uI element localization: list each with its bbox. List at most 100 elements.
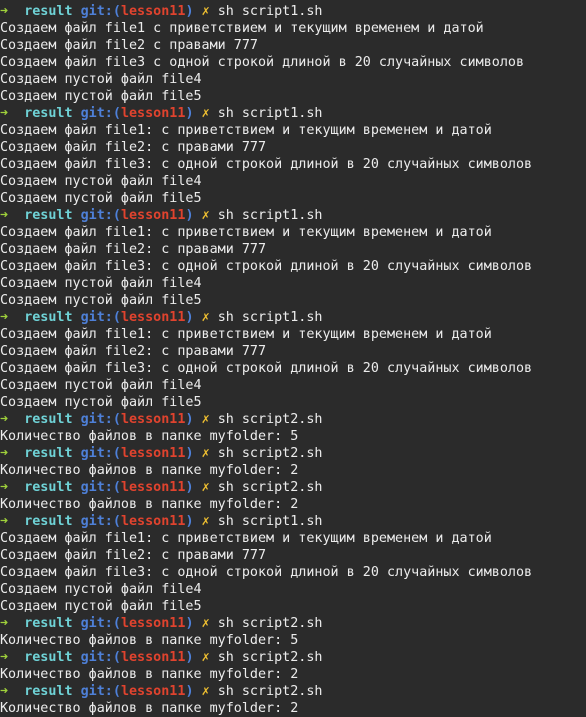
prompt-git-label: git:( (80, 684, 121, 699)
output-line: Создаем пустой файл file4 (0, 581, 586, 598)
prompt-git-label: git:( (80, 514, 121, 529)
output-text: Количество файлов в папке myfolder: 2 (0, 497, 299, 512)
prompt-line: ➜ result git:(lesson11) ✗ sh script2.sh (0, 649, 586, 666)
output-text: Создаем пустой файл file4 (0, 276, 202, 291)
prompt-arrow-icon: ➜ (0, 650, 9, 665)
prompt-line: ➜ result git:(lesson11) ✗ sh script1.sh (0, 207, 586, 224)
output-text: Создаем файл file2: с правами 777 (0, 140, 267, 155)
prompt-directory: result (24, 310, 73, 325)
prompt-directory: result (24, 480, 73, 495)
output-text: Создаем пустой файл file4 (0, 582, 202, 597)
command-text: sh script2.sh (217, 616, 323, 631)
output-text: Создаем пустой файл file5 (0, 89, 202, 104)
output-text: Создаем файл file3: с одной строкой длин… (0, 361, 533, 376)
prompt-arrow-icon: ➜ (0, 310, 9, 325)
prompt-directory: result (24, 412, 73, 427)
prompt-arrow-icon: ➜ (0, 4, 9, 19)
output-line: Создаем файл file2: с правами 777 (0, 547, 586, 564)
output-text: Создаем файл file1: с приветствием и тек… (0, 327, 492, 342)
output-line: Создаем файл file3: с одной строкой длин… (0, 258, 586, 275)
prompt-git-label: git:( (80, 616, 121, 631)
prompt-directory: result (24, 650, 73, 665)
output-line: Создаем файл file1: с приветствием и тек… (0, 326, 586, 343)
output-text: Создаем файл file2 с правами 777 (0, 38, 258, 53)
output-text: Количество файлов в папке myfolder: 2 (0, 667, 299, 682)
prompt-arrow-icon: ➜ (0, 208, 9, 223)
output-text: Создаем пустой файл file5 (0, 191, 202, 206)
output-line: Создаем файл file1 с приветствием и теку… (0, 20, 586, 37)
prompt-git-label: git:( (80, 310, 121, 325)
prompt-git-label: git:( (80, 480, 121, 495)
prompt-line: ➜ result git:(lesson11) ✗ sh script1.sh (0, 309, 586, 326)
prompt-git-close: ) (185, 412, 194, 427)
output-line: Создаем файл file2: с правами 777 (0, 343, 586, 360)
command-text: sh script2.sh (217, 684, 323, 699)
prompt-line: ➜ result git:(lesson11) ✗ sh script1.sh (0, 105, 586, 122)
prompt-git-branch: lesson11 (120, 106, 186, 121)
command-text: sh script2.sh (217, 480, 323, 495)
command-text: sh script1.sh (217, 310, 323, 325)
prompt-git-branch: lesson11 (120, 446, 186, 461)
output-text: Количество файлов в папке myfolder: 5 (0, 429, 299, 444)
prompt-line: ➜ result git:(lesson11) ✗ sh script2.sh (0, 683, 586, 700)
output-text: Создаем файл file1: с приветствием и тек… (0, 225, 492, 240)
prompt-directory: result (24, 208, 73, 223)
prompt-git-label: git:( (80, 208, 121, 223)
output-line: Создаем пустой файл file5 (0, 292, 586, 309)
output-line: Создаем пустой файл file4 (0, 275, 586, 292)
terminal-window[interactable]: ➜ result git:(lesson11) ✗ sh script1.sh С… (0, 0, 586, 717)
output-line: Создаем пустой файл file5 (0, 190, 586, 207)
prompt-git-close: ) (185, 480, 194, 495)
git-dirty-icon: ✗ (201, 106, 210, 121)
prompt-git-label: git:( (80, 446, 121, 461)
prompt-arrow-icon: ➜ (0, 480, 9, 495)
command-text: sh script1.sh (217, 514, 323, 529)
output-line: Количество файлов в папке myfolder: 5 (0, 632, 586, 649)
git-dirty-icon: ✗ (201, 412, 210, 427)
prompt-git-close: ) (185, 4, 194, 19)
output-text: Создаем пустой файл file5 (0, 293, 202, 308)
output-line: Количество файлов в папке myfolder: 5 (0, 428, 586, 445)
output-text: Создаем файл file3: с одной строкой длин… (0, 157, 533, 172)
prompt-git-branch: lesson11 (120, 412, 186, 427)
prompt-git-label: git:( (80, 106, 121, 121)
prompt-git-label: git:( (80, 4, 121, 19)
output-text: Создаем пустой файл file5 (0, 395, 202, 410)
git-dirty-icon: ✗ (201, 310, 210, 325)
prompt-line: ➜ result git:(lesson11) ✗ sh script2.sh (0, 479, 586, 496)
prompt-arrow-icon: ➜ (0, 446, 9, 461)
output-text: Количество файлов в папке myfolder: 5 (0, 633, 299, 648)
output-line: Создаем файл file3: с одной строкой длин… (0, 360, 586, 377)
output-line: Создаем файл file3: с одной строкой длин… (0, 156, 586, 173)
command-text: sh script2.sh (217, 650, 323, 665)
command-text: sh script1.sh (217, 4, 323, 19)
prompt-git-branch: lesson11 (120, 616, 186, 631)
output-line: Создаем файл file1: с приветствием и тек… (0, 224, 586, 241)
prompt-directory: result (24, 616, 73, 631)
output-line: Количество файлов в папке myfolder: 2 (0, 700, 586, 717)
prompt-directory: result (24, 4, 73, 19)
output-line: Создаем пустой файл file4 (0, 377, 586, 394)
prompt-git-close: ) (185, 446, 194, 461)
prompt-git-close: ) (185, 616, 194, 631)
output-line: Количество файлов в папке myfolder: 2 (0, 496, 586, 513)
command-text: sh script1.sh (217, 106, 323, 121)
output-line: Создаем файл file2: с правами 777 (0, 139, 586, 156)
prompt-directory: result (24, 684, 73, 699)
prompt-git-label: git:( (80, 650, 121, 665)
output-line: Создаем пустой файл file5 (0, 394, 586, 411)
git-dirty-icon: ✗ (201, 446, 210, 461)
output-text: Создаем файл file3 с одной строкой длино… (0, 55, 525, 70)
git-dirty-icon: ✗ (201, 650, 210, 665)
prompt-directory: result (24, 514, 73, 529)
output-line: Создаем пустой файл file4 (0, 71, 586, 88)
prompt-arrow-icon: ➜ (0, 616, 9, 631)
git-dirty-icon: ✗ (201, 208, 210, 223)
command-text: sh script2.sh (217, 412, 323, 427)
output-text: Создаем пустой файл file4 (0, 378, 202, 393)
output-line: Создаем файл file1: с приветствием и тек… (0, 530, 586, 547)
prompt-git-branch: lesson11 (120, 208, 186, 223)
output-text: Количество файлов в папке myfolder: 2 (0, 463, 299, 478)
prompt-git-close: ) (185, 514, 194, 529)
output-text: Создаем файл file3: с одной строкой длин… (0, 565, 533, 580)
